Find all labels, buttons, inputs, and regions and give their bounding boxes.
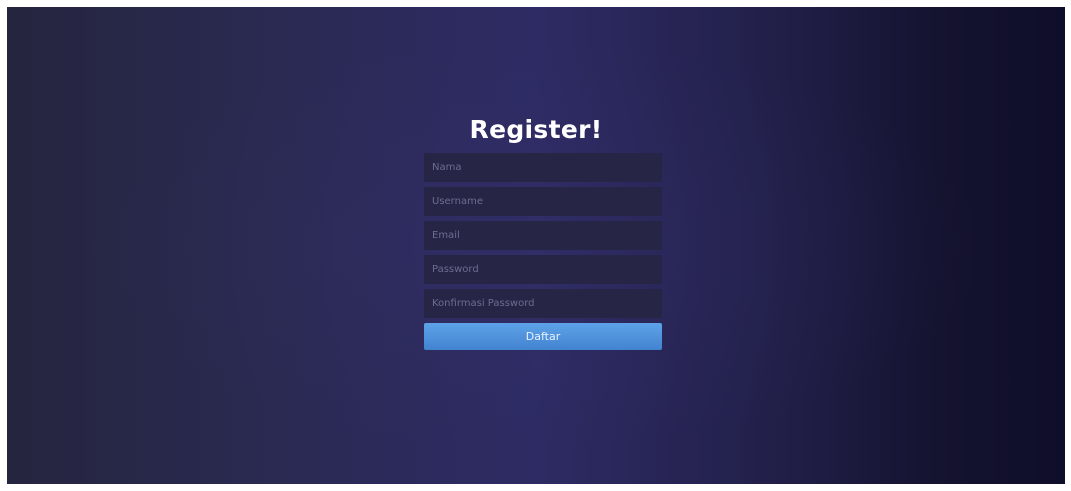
register-button[interactable]: Daftar (424, 323, 662, 350)
username-field[interactable] (424, 187, 662, 216)
confirm-password-field[interactable] (424, 289, 662, 318)
page-title: Register! (469, 115, 603, 144)
register-screen: Register! Daftar (7, 7, 1065, 484)
register-form: Daftar (424, 153, 662, 350)
name-field[interactable] (424, 153, 662, 182)
email-field[interactable] (424, 221, 662, 250)
password-field[interactable] (424, 255, 662, 284)
